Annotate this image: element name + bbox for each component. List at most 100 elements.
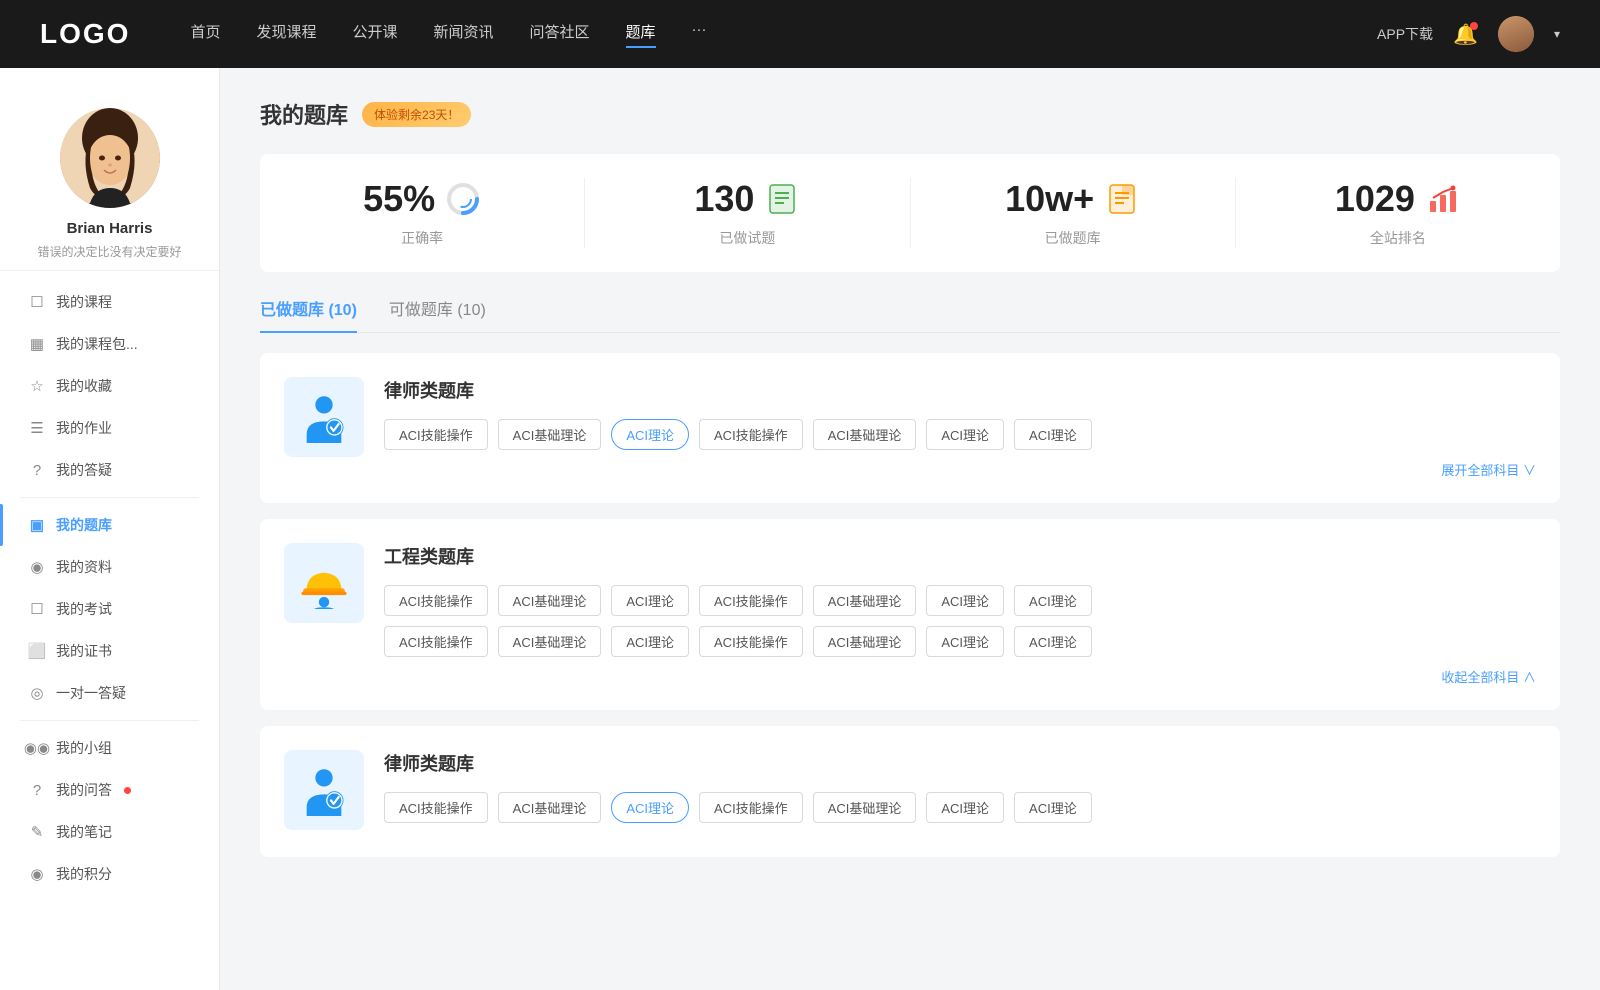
eng-tag-0[interactable]: ACI技能操作 — [384, 585, 488, 616]
sidebar-item-my-course[interactable]: ☐ 我的课程 — [0, 281, 219, 323]
nav-more[interactable]: ··· — [692, 21, 707, 48]
avatar-image — [1498, 16, 1534, 52]
stat-done-questions-label: 已做试题 — [595, 228, 899, 248]
tab-row: 已做题库 (10) 可做题库 (10) — [260, 296, 1560, 333]
eng-tag-13[interactable]: ACI理论 — [1014, 626, 1092, 657]
ranking-icon — [1425, 181, 1461, 217]
stat-ranking-top: 1029 — [1246, 178, 1550, 220]
avatar-dropdown-icon[interactable]: ▾ — [1554, 27, 1560, 41]
nav-links: 首页 发现课程 公开课 新闻资讯 问答社区 题库 ··· — [190, 21, 1337, 48]
sidebar-item-one-on-one[interactable]: ◎ 一对一答疑 — [0, 672, 219, 714]
done-banks-icon — [1104, 181, 1140, 217]
eng-tag-8[interactable]: ACI基础理论 — [498, 626, 602, 657]
eng-tag-12[interactable]: ACI理论 — [926, 626, 1004, 657]
sidebar-label-answers: 我的问答 — [56, 780, 112, 800]
law2-tag-6[interactable]: ACI理论 — [1014, 792, 1092, 823]
eng-tag-5[interactable]: ACI理论 — [926, 585, 1004, 616]
sidebar: Brian Harris 错误的决定比没有决定要好 ☐ 我的课程 ▦ 我的课程包… — [0, 68, 220, 990]
lawyer-tags-row-1: ACI技能操作 ACI基础理论 ACI理论 ACI技能操作 ACI基础理论 AC… — [384, 419, 1536, 450]
nav-news[interactable]: 新闻资讯 — [434, 21, 494, 48]
tab-available[interactable]: 可做题库 (10) — [389, 296, 486, 332]
tag-1[interactable]: ACI基础理论 — [498, 419, 602, 450]
nav-qa[interactable]: 问答社区 — [530, 21, 590, 48]
sidebar-item-exam[interactable]: ☐ 我的考试 — [0, 588, 219, 630]
course-pkg-icon: ▦ — [28, 335, 46, 353]
page-header: 我的题库 体验剩余23天！ — [260, 98, 1560, 130]
lawyer-icon-wrap-1 — [284, 377, 364, 457]
eng-tag-11[interactable]: ACI基础理论 — [813, 626, 917, 657]
sidebar-item-profile[interactable]: ◉ 我的资料 — [0, 546, 219, 588]
tag-6[interactable]: ACI理论 — [1014, 419, 1092, 450]
avatar[interactable] — [1498, 16, 1534, 52]
sidebar-item-cert[interactable]: ⬜ 我的证书 — [0, 630, 219, 672]
stats-card: 55% 正确率 130 — [260, 154, 1560, 272]
sidebar-label-profile: 我的资料 — [56, 557, 112, 577]
lawyer-icon-wrap-2 — [284, 750, 364, 830]
stat-accuracy-top: 55% — [270, 178, 574, 220]
eng-tag-10[interactable]: ACI技能操作 — [699, 626, 803, 657]
law2-tag-1[interactable]: ACI基础理论 — [498, 792, 602, 823]
trial-badge: 体验剩余23天！ — [362, 102, 471, 127]
quizbank-icon: ▣ — [28, 516, 46, 534]
eng-tag-3[interactable]: ACI技能操作 — [699, 585, 803, 616]
law2-tag-5[interactable]: ACI理论 — [926, 792, 1004, 823]
tag-5[interactable]: ACI理论 — [926, 419, 1004, 450]
eng-tag-7[interactable]: ACI技能操作 — [384, 626, 488, 657]
sidebar-item-favorites[interactable]: ☆ 我的收藏 — [0, 365, 219, 407]
app-download-button[interactable]: APP下载 — [1377, 24, 1433, 44]
stat-done-questions-value: 130 — [694, 178, 754, 220]
law2-tag-0[interactable]: ACI技能操作 — [384, 792, 488, 823]
nav-quizbank[interactable]: 题库 — [626, 21, 656, 48]
sidebar-label-my-course: 我的课程 — [56, 292, 112, 312]
tag-2-highlighted[interactable]: ACI理论 — [611, 419, 689, 450]
sidebar-item-answers[interactable]: ? 我的问答 — [0, 769, 219, 811]
lawyer-tags-row-2: ACI技能操作 ACI基础理论 ACI理论 ACI技能操作 ACI基础理论 AC… — [384, 792, 1536, 823]
sidebar-item-group[interactable]: ◉◉ 我的小组 — [0, 727, 219, 769]
law2-tag-3[interactable]: ACI技能操作 — [699, 792, 803, 823]
exam-icon: ☐ — [28, 600, 46, 618]
nav-public[interactable]: 公开课 — [352, 21, 397, 48]
tag-3[interactable]: ACI技能操作 — [699, 419, 803, 450]
notification-dot — [1470, 22, 1478, 30]
eng-tag-2[interactable]: ACI理论 — [611, 585, 689, 616]
done-questions-icon — [764, 181, 800, 217]
sidebar-divider-2 — [20, 720, 199, 721]
answers-notification-dot — [124, 787, 131, 794]
sidebar-avatar — [60, 108, 160, 208]
law2-tag-4[interactable]: ACI基础理论 — [813, 792, 917, 823]
sidebar-profile: Brian Harris 错误的决定比没有决定要好 — [0, 88, 219, 271]
quiz-section-engineer: 工程类题库 ACI技能操作 ACI基础理论 ACI理论 ACI技能操作 ACI基… — [260, 519, 1560, 710]
notification-bell[interactable]: 🔔 — [1453, 22, 1478, 47]
law2-tag-2-highlighted[interactable]: ACI理论 — [611, 792, 689, 823]
engineer-tags-row-1: ACI技能操作 ACI基础理论 ACI理论 ACI技能操作 ACI基础理论 AC… — [384, 585, 1536, 616]
sidebar-item-points[interactable]: ◉ 我的积分 — [0, 853, 219, 895]
page-body: Brian Harris 错误的决定比没有决定要好 ☐ 我的课程 ▦ 我的课程包… — [0, 68, 1600, 990]
sidebar-item-course-pkg[interactable]: ▦ 我的课程包... — [0, 323, 219, 365]
eng-tag-1[interactable]: ACI基础理论 — [498, 585, 602, 616]
collapse-link-engineer[interactable]: 收起全部科目 ∧ — [384, 667, 1536, 686]
main-content: 我的题库 体验剩余23天！ 55% 正确率 — [220, 68, 1600, 990]
cert-icon: ⬜ — [28, 642, 46, 660]
stat-done-banks-top: 10w+ — [921, 178, 1225, 220]
expand-link-1[interactable]: 展开全部科目 ∨ — [384, 460, 1536, 479]
lawyer-quiz-body-1: 律师类题库 ACI技能操作 ACI基础理论 ACI理论 ACI技能操作 ACI基… — [384, 377, 1536, 479]
course-icon: ☐ — [28, 293, 46, 311]
eng-tag-9[interactable]: ACI理论 — [611, 626, 689, 657]
eng-tag-6[interactable]: ACI理论 — [1014, 585, 1092, 616]
tag-4[interactable]: ACI基础理论 — [813, 419, 917, 450]
eng-tag-4[interactable]: ACI基础理论 — [813, 585, 917, 616]
sidebar-item-my-qa[interactable]: ? 我的答疑 — [0, 449, 219, 491]
sidebar-divider-1 — [20, 497, 199, 498]
stat-accuracy: 55% 正确率 — [260, 178, 585, 248]
sidebar-item-homework[interactable]: ☰ 我的作业 — [0, 407, 219, 449]
tag-0[interactable]: ACI技能操作 — [384, 419, 488, 450]
stat-done-questions: 130 已做试题 — [585, 178, 910, 248]
sidebar-label-quizbank: 我的题库 — [56, 515, 112, 535]
nav-home[interactable]: 首页 — [190, 21, 220, 48]
nav-discover[interactable]: 发现课程 — [256, 21, 316, 48]
sidebar-item-quizbank[interactable]: ▣ 我的题库 — [0, 504, 219, 546]
accuracy-chart-icon — [445, 181, 481, 217]
sidebar-item-notes[interactable]: ✎ 我的笔记 — [0, 811, 219, 853]
logo: LOGO — [40, 18, 130, 50]
tab-done[interactable]: 已做题库 (10) — [260, 296, 357, 332]
